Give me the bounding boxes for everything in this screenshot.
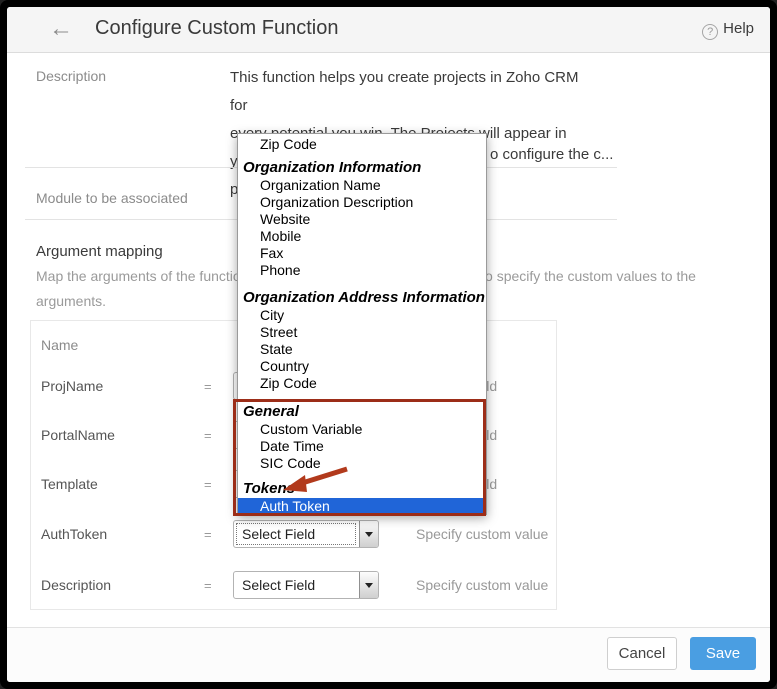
equals-sign: = xyxy=(204,428,212,443)
dropdown-group-header: Organization Address Information xyxy=(238,288,486,307)
equals-sign: = xyxy=(204,578,212,593)
dropdown-item[interactable]: Website xyxy=(238,211,486,228)
dropdown-item[interactable]: State xyxy=(238,341,486,358)
dropdown-item[interactable]: Zip Code xyxy=(238,375,486,392)
description-line: This function helps you create projects … xyxy=(230,64,585,120)
dropdown-item[interactable]: Phone xyxy=(238,262,486,279)
dropdown-group-header: Organization Information xyxy=(238,158,486,177)
dropdown-item[interactable]: City xyxy=(238,307,486,324)
help-button[interactable]: ? Help xyxy=(702,20,754,40)
chevron-down-icon xyxy=(359,521,378,547)
dropdown-group-header: General xyxy=(238,402,486,421)
field-select[interactable]: Select Field xyxy=(233,571,379,599)
page-title: Configure Custom Function xyxy=(95,17,338,40)
field-select-authtoken[interactable]: Select Field xyxy=(233,520,379,548)
description-label: Description xyxy=(36,68,106,84)
equals-sign: = xyxy=(204,477,212,492)
dropdown-item[interactable]: Organization Name xyxy=(238,177,486,194)
save-button[interactable]: Save xyxy=(690,637,756,670)
chevron-down-icon xyxy=(359,572,378,598)
specify-custom-value-link[interactable]: Specify custom value xyxy=(416,526,548,542)
dropdown-item[interactable]: Fax xyxy=(238,245,486,262)
dropdown-item[interactable]: Mobile xyxy=(238,228,486,245)
dropdown-item[interactable]: Date Time xyxy=(238,438,486,455)
screenshot-frame: ← Configure Custom Function ? Help Descri… xyxy=(0,0,777,689)
field-select-value: Select Field xyxy=(242,526,315,542)
field-select-value: Select Field xyxy=(242,577,315,593)
column-header-name: Name xyxy=(41,337,78,353)
dropdown-item[interactable]: Street xyxy=(238,324,486,341)
argument-mapping-subtitle-line2: arguments. xyxy=(36,293,106,309)
configure-note-fragment: o configure the c... xyxy=(490,146,613,163)
configure-custom-function-dialog: ← Configure Custom Function ? Help Descri… xyxy=(7,7,770,682)
help-label: Help xyxy=(723,20,754,37)
dropdown-item[interactable]: SIC Code xyxy=(238,455,486,472)
dialog-header: ← Configure Custom Function ? Help xyxy=(7,7,770,53)
argument-name: PortalName xyxy=(41,427,115,443)
specify-custom-value-link[interactable]: Specify custom value xyxy=(416,577,548,593)
dropdown-item[interactable]: Custom Variable xyxy=(238,421,486,438)
dropdown-item[interactable]: Organization Description xyxy=(238,194,486,211)
dialog-footer: Cancel Save xyxy=(7,627,770,682)
dropdown-group-header: Tokens xyxy=(238,479,486,498)
dropdown-item[interactable]: Zip Code xyxy=(238,136,486,153)
module-label: Module to be associated xyxy=(36,190,188,206)
argument-name: ProjName xyxy=(41,378,103,394)
field-select-dropdown-list: Zip Code Organization Information Organi… xyxy=(237,133,487,515)
argument-name: AuthToken xyxy=(41,526,107,542)
dropdown-item-auth-token-selected[interactable]: Auth Token xyxy=(238,498,486,515)
equals-sign: = xyxy=(204,527,212,542)
equals-sign: = xyxy=(204,379,212,394)
question-circle-icon: ? xyxy=(702,24,718,40)
argument-name: Description xyxy=(41,577,111,593)
back-arrow-icon[interactable]: ← xyxy=(49,15,73,43)
argument-name: Template xyxy=(41,476,98,492)
cancel-button[interactable]: Cancel xyxy=(607,637,677,670)
argument-mapping-title: Argument mapping xyxy=(36,243,163,260)
dropdown-item[interactable]: Country xyxy=(238,358,486,375)
